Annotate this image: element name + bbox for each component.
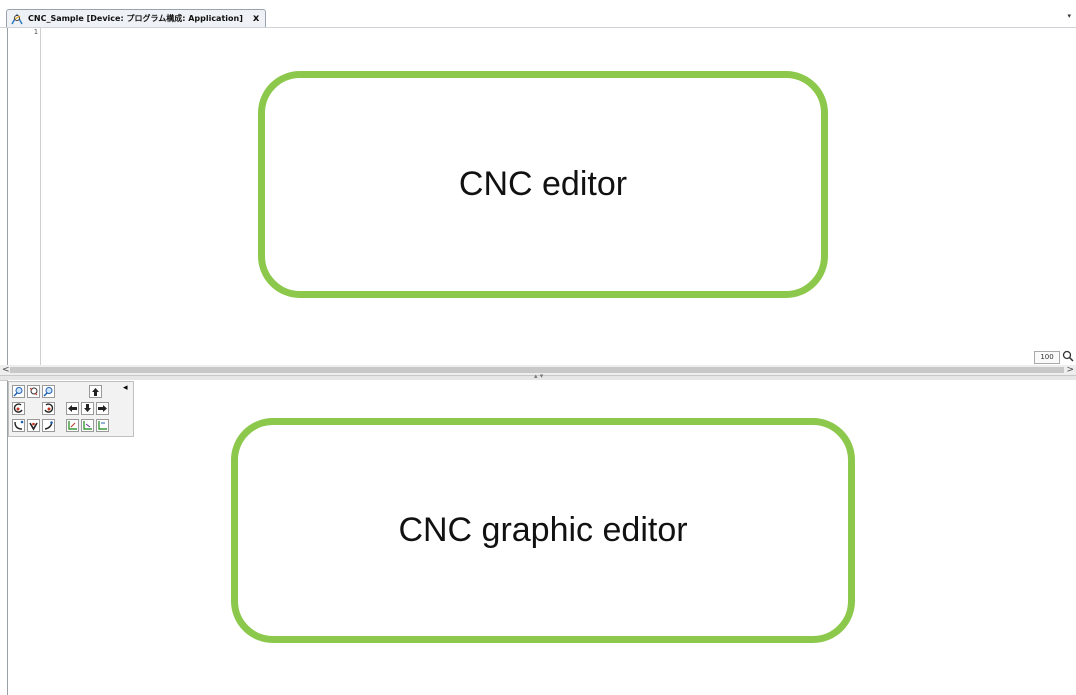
move-right-icon[interactable]	[96, 402, 109, 415]
axis-xy-icon[interactable]	[66, 419, 79, 432]
line-number-gutter: 1	[8, 28, 41, 365]
move-left-icon[interactable]	[66, 402, 79, 415]
line-icon[interactable]	[42, 419, 55, 432]
arc-ccw-icon[interactable]	[27, 419, 40, 432]
zoom-in-icon[interactable]	[12, 385, 25, 398]
splitter-grip-icon[interactable]: ▴ ▾	[534, 372, 543, 380]
rotate-right-icon[interactable]	[42, 402, 55, 415]
move-up-icon[interactable]	[89, 385, 102, 398]
axis-yz-icon[interactable]	[81, 419, 94, 432]
cnc-graphic-editor-callout: CNC graphic editor	[231, 418, 855, 643]
document-tab-bar: CNC_Sample [Device: プログラム構成: Application…	[0, 0, 1076, 28]
cnc-graphic-editor-label: CNC graphic editor	[398, 511, 688, 549]
graphic-toolbox	[8, 381, 134, 437]
cnc-program-icon	[11, 12, 24, 25]
cnc-editor-label: CNC editor	[458, 165, 628, 203]
tab-list-dropdown-icon[interactable]: ▾	[1067, 12, 1071, 20]
tab-label: CNC_Sample [Device: プログラム構成: Application…	[28, 14, 243, 23]
close-icon[interactable]: x	[253, 13, 259, 24]
scroll-left-icon[interactable]: <	[2, 365, 10, 375]
cnc-editor-callout: CNC editor	[258, 71, 828, 298]
zoom-out-icon[interactable]	[42, 385, 55, 398]
collapse-toolbox-icon[interactable]: ◂	[123, 383, 128, 393]
scroll-right-icon[interactable]: >	[1066, 365, 1074, 375]
zoom-fit-icon[interactable]	[27, 385, 40, 398]
zoom-level-field[interactable]: 100	[1034, 351, 1060, 364]
tab-cnc-sample[interactable]: CNC_Sample [Device: プログラム構成: Application…	[6, 9, 267, 27]
rotate-left-icon[interactable]	[12, 402, 25, 415]
line-number: 1	[33, 28, 38, 36]
move-down-icon[interactable]	[81, 402, 94, 415]
magnifier-icon[interactable]	[1062, 350, 1074, 365]
arc-cw-icon[interactable]	[12, 419, 25, 432]
axis-zx-icon[interactable]	[96, 419, 109, 432]
